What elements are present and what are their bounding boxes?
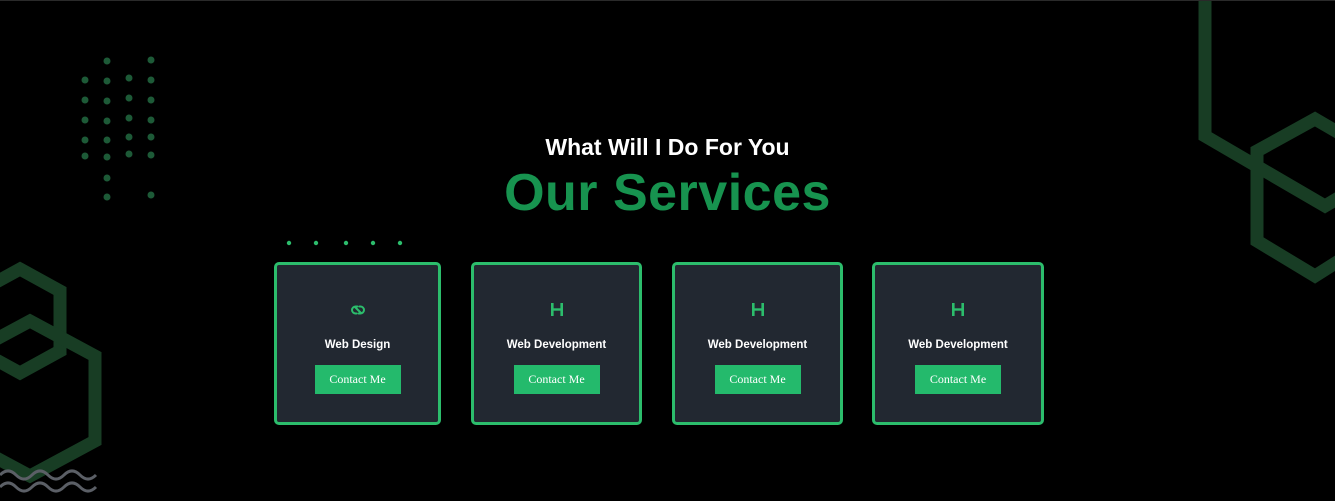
section-subheading: What Will I Do For You bbox=[545, 134, 790, 160]
contact-me-button[interactable]: Contact Me bbox=[915, 365, 1001, 394]
link-icon bbox=[277, 303, 438, 317]
hexagon-decoration-left bbox=[0, 261, 102, 493]
service-title: Web Design bbox=[324, 339, 391, 351]
service-card: Web Development Contact Me bbox=[872, 262, 1044, 425]
service-title: Web Development bbox=[506, 339, 607, 351]
contact-me-button[interactable]: Contact Me bbox=[714, 365, 801, 394]
service-card: Web Development Contact Me bbox=[471, 262, 642, 425]
section-heading: Our Services bbox=[504, 164, 831, 222]
h-letter-icon bbox=[474, 303, 639, 316]
h-letter-icon bbox=[675, 303, 840, 316]
service-title: Web Development bbox=[707, 339, 808, 351]
service-card: Web Development Contact Me bbox=[672, 262, 843, 425]
contact-me-button[interactable]: Contact Me bbox=[513, 365, 600, 394]
services-section: What Will I Do For You Our Services Web … bbox=[0, 0, 1335, 501]
dot-row-decoration bbox=[286, 240, 403, 246]
h-letter-icon bbox=[875, 303, 1041, 316]
service-card: Web Design Contact Me bbox=[274, 262, 441, 425]
service-title: Web Development bbox=[908, 339, 1008, 351]
contact-me-button[interactable]: Contact Me bbox=[314, 365, 401, 394]
